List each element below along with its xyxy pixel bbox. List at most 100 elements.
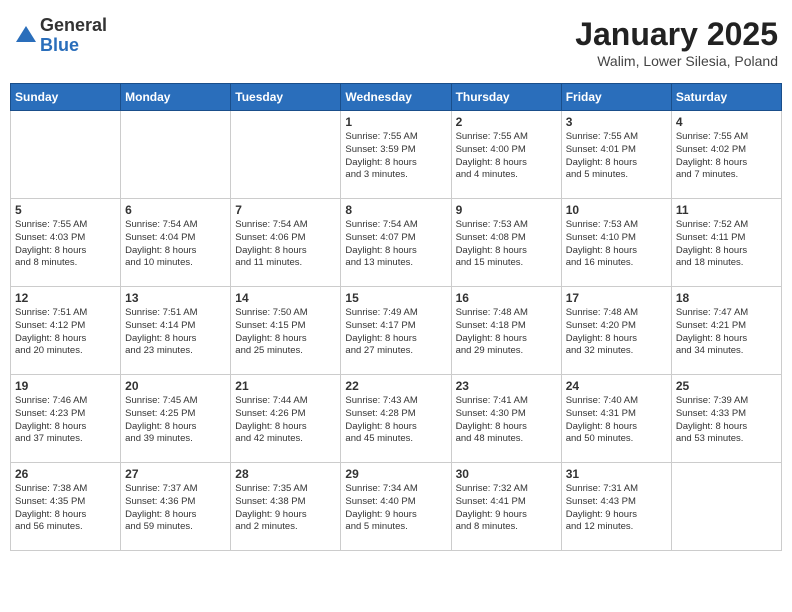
- cell-info: Sunrise: 7:51 AM Sunset: 4:12 PM Dayligh…: [15, 307, 116, 358]
- cell-info: Sunrise: 7:55 AM Sunset: 4:02 PM Dayligh…: [676, 131, 777, 182]
- day-number: 20: [125, 379, 226, 393]
- day-number: 24: [566, 379, 667, 393]
- cell-info: Sunrise: 7:38 AM Sunset: 4:35 PM Dayligh…: [15, 483, 116, 534]
- cell-info: Sunrise: 7:44 AM Sunset: 4:26 PM Dayligh…: [235, 395, 336, 446]
- calendar-cell: [11, 111, 121, 199]
- calendar-cell: 7 Sunrise: 7:54 AM Sunset: 4:06 PM Daylig…: [231, 199, 341, 287]
- calendar-cell: 15 Sunrise: 7:49 AM Sunset: 4:17 PM Dayli…: [341, 287, 451, 375]
- day-number: 1: [345, 115, 446, 129]
- logo-general: General: [40, 16, 107, 36]
- day-number: 27: [125, 467, 226, 481]
- day-number: 25: [676, 379, 777, 393]
- calendar-cell: [671, 463, 781, 551]
- calendar-cell: 20 Sunrise: 7:45 AM Sunset: 4:25 PM Dayli…: [121, 375, 231, 463]
- day-number: 29: [345, 467, 446, 481]
- day-header-sunday: Sunday: [11, 84, 121, 111]
- day-header-wednesday: Wednesday: [341, 84, 451, 111]
- logo-icon: [14, 24, 38, 48]
- day-number: 9: [456, 203, 557, 217]
- calendar-cell: 3Sunrise: 7:55 AM Sunset: 4:01 PM Daylig…: [561, 111, 671, 199]
- calendar-cell: [121, 111, 231, 199]
- day-number: 5: [15, 203, 116, 217]
- cell-info: Sunrise: 7:48 AM Sunset: 4:20 PM Dayligh…: [566, 307, 667, 358]
- calendar-cell: 17 Sunrise: 7:48 AM Sunset: 4:20 PM Dayli…: [561, 287, 671, 375]
- week-row-4: 19 Sunrise: 7:46 AM Sunset: 4:23 PM Dayli…: [11, 375, 782, 463]
- page-header: General Blue January 2025 Walim, Lower S…: [10, 10, 782, 75]
- day-number: 26: [15, 467, 116, 481]
- cell-info: Sunrise: 7:48 AM Sunset: 4:18 PM Dayligh…: [456, 307, 557, 358]
- day-number: 12: [15, 291, 116, 305]
- cell-info: Sunrise: 7:35 AM Sunset: 4:38 PM Dayligh…: [235, 483, 336, 534]
- week-row-5: 26 Sunrise: 7:38 AM Sunset: 4:35 PM Dayli…: [11, 463, 782, 551]
- cell-info: Sunrise: 7:52 AM Sunset: 4:11 PM Dayligh…: [676, 219, 777, 270]
- cell-info: Sunrise: 7:40 AM Sunset: 4:31 PM Dayligh…: [566, 395, 667, 446]
- calendar-cell: 16Sunrise: 7:48 AM Sunset: 4:18 PM Dayli…: [451, 287, 561, 375]
- title-block: January 2025 Walim, Lower Silesia, Polan…: [575, 16, 778, 69]
- day-number: 2: [456, 115, 557, 129]
- day-number: 31: [566, 467, 667, 481]
- day-number: 7: [235, 203, 336, 217]
- day-number: 23: [456, 379, 557, 393]
- calendar-cell: 21 Sunrise: 7:44 AM Sunset: 4:26 PM Dayli…: [231, 375, 341, 463]
- cell-info: Sunrise: 7:54 AM Sunset: 4:06 PM Dayligh…: [235, 219, 336, 270]
- day-header-monday: Monday: [121, 84, 231, 111]
- day-number: 4: [676, 115, 777, 129]
- day-number: 19: [15, 379, 116, 393]
- calendar-cell: 12 Sunrise: 7:51 AM Sunset: 4:12 PM Dayli…: [11, 287, 121, 375]
- location-subtitle: Walim, Lower Silesia, Poland: [575, 53, 778, 69]
- cell-info: Sunrise: 7:45 AM Sunset: 4:25 PM Dayligh…: [125, 395, 226, 446]
- calendar-cell: 8 Sunrise: 7:54 AM Sunset: 4:07 PM Daylig…: [341, 199, 451, 287]
- calendar-cell: 28 Sunrise: 7:35 AM Sunset: 4:38 PM Dayli…: [231, 463, 341, 551]
- cell-info: Sunrise: 7:50 AM Sunset: 4:15 PM Dayligh…: [235, 307, 336, 358]
- day-number: 17: [566, 291, 667, 305]
- cell-info: Sunrise: 7:32 AM Sunset: 4:41 PM Dayligh…: [456, 483, 557, 534]
- calendar-cell: 4 Sunrise: 7:55 AM Sunset: 4:02 PM Daylig…: [671, 111, 781, 199]
- cell-info: Sunrise: 7:46 AM Sunset: 4:23 PM Dayligh…: [15, 395, 116, 446]
- calendar-cell: 25 Sunrise: 7:39 AM Sunset: 4:33 PM Dayli…: [671, 375, 781, 463]
- day-number: 22: [345, 379, 446, 393]
- cell-info: Sunrise: 7:51 AM Sunset: 4:14 PM Dayligh…: [125, 307, 226, 358]
- day-number: 8: [345, 203, 446, 217]
- calendar-cell: 5 Sunrise: 7:55 AM Sunset: 4:03 PM Daylig…: [11, 199, 121, 287]
- cell-info: Sunrise: 7:47 AM Sunset: 4:21 PM Dayligh…: [676, 307, 777, 358]
- day-number: 21: [235, 379, 336, 393]
- calendar-cell: 27 Sunrise: 7:37 AM Sunset: 4:36 PM Dayli…: [121, 463, 231, 551]
- calendar-cell: 29Sunrise: 7:34 AM Sunset: 4:40 PM Dayli…: [341, 463, 451, 551]
- day-header-saturday: Saturday: [671, 84, 781, 111]
- cell-info: Sunrise: 7:55 AM Sunset: 4:01 PM Dayligh…: [566, 131, 667, 182]
- cell-info: Sunrise: 7:53 AM Sunset: 4:08 PM Dayligh…: [456, 219, 557, 270]
- calendar-cell: 11Sunrise: 7:52 AM Sunset: 4:11 PM Dayli…: [671, 199, 781, 287]
- calendar-cell: 13 Sunrise: 7:51 AM Sunset: 4:14 PM Dayli…: [121, 287, 231, 375]
- cell-info: Sunrise: 7:39 AM Sunset: 4:33 PM Dayligh…: [676, 395, 777, 446]
- cell-info: Sunrise: 7:55 AM Sunset: 4:00 PM Dayligh…: [456, 131, 557, 182]
- week-row-2: 5 Sunrise: 7:55 AM Sunset: 4:03 PM Daylig…: [11, 199, 782, 287]
- cell-info: Sunrise: 7:55 AM Sunset: 4:03 PM Dayligh…: [15, 219, 116, 270]
- calendar-cell: 2 Sunrise: 7:55 AM Sunset: 4:00 PM Daylig…: [451, 111, 561, 199]
- logo-text: General Blue: [40, 16, 107, 56]
- day-number: 28: [235, 467, 336, 481]
- cell-info: Sunrise: 7:49 AM Sunset: 4:17 PM Dayligh…: [345, 307, 446, 358]
- day-number: 14: [235, 291, 336, 305]
- calendar-cell: 6Sunrise: 7:54 AM Sunset: 4:04 PM Daylig…: [121, 199, 231, 287]
- calendar-cell: 1Sunrise: 7:55 AM Sunset: 3:59 PM Daylig…: [341, 111, 451, 199]
- day-header-tuesday: Tuesday: [231, 84, 341, 111]
- cell-info: Sunrise: 7:43 AM Sunset: 4:28 PM Dayligh…: [345, 395, 446, 446]
- day-number: 18: [676, 291, 777, 305]
- cell-info: Sunrise: 7:37 AM Sunset: 4:36 PM Dayligh…: [125, 483, 226, 534]
- calendar-cell: 24 Sunrise: 7:40 AM Sunset: 4:31 PM Dayli…: [561, 375, 671, 463]
- day-header-thursday: Thursday: [451, 84, 561, 111]
- cell-info: Sunrise: 7:54 AM Sunset: 4:07 PM Dayligh…: [345, 219, 446, 270]
- day-number: 30: [456, 467, 557, 481]
- day-number: 15: [345, 291, 446, 305]
- day-number: 6: [125, 203, 226, 217]
- day-number: 10: [566, 203, 667, 217]
- day-header-friday: Friday: [561, 84, 671, 111]
- day-number: 13: [125, 291, 226, 305]
- calendar-cell: 30 Sunrise: 7:32 AM Sunset: 4:41 PM Dayli…: [451, 463, 561, 551]
- calendar-cell: 26 Sunrise: 7:38 AM Sunset: 4:35 PM Dayli…: [11, 463, 121, 551]
- month-title: January 2025: [575, 16, 778, 53]
- calendar-cell: 10Sunrise: 7:53 AM Sunset: 4:10 PM Dayli…: [561, 199, 671, 287]
- day-header-row: SundayMondayTuesdayWednesdayThursdayFrid…: [11, 84, 782, 111]
- week-row-1: 1Sunrise: 7:55 AM Sunset: 3:59 PM Daylig…: [11, 111, 782, 199]
- logo-blue: Blue: [40, 36, 107, 56]
